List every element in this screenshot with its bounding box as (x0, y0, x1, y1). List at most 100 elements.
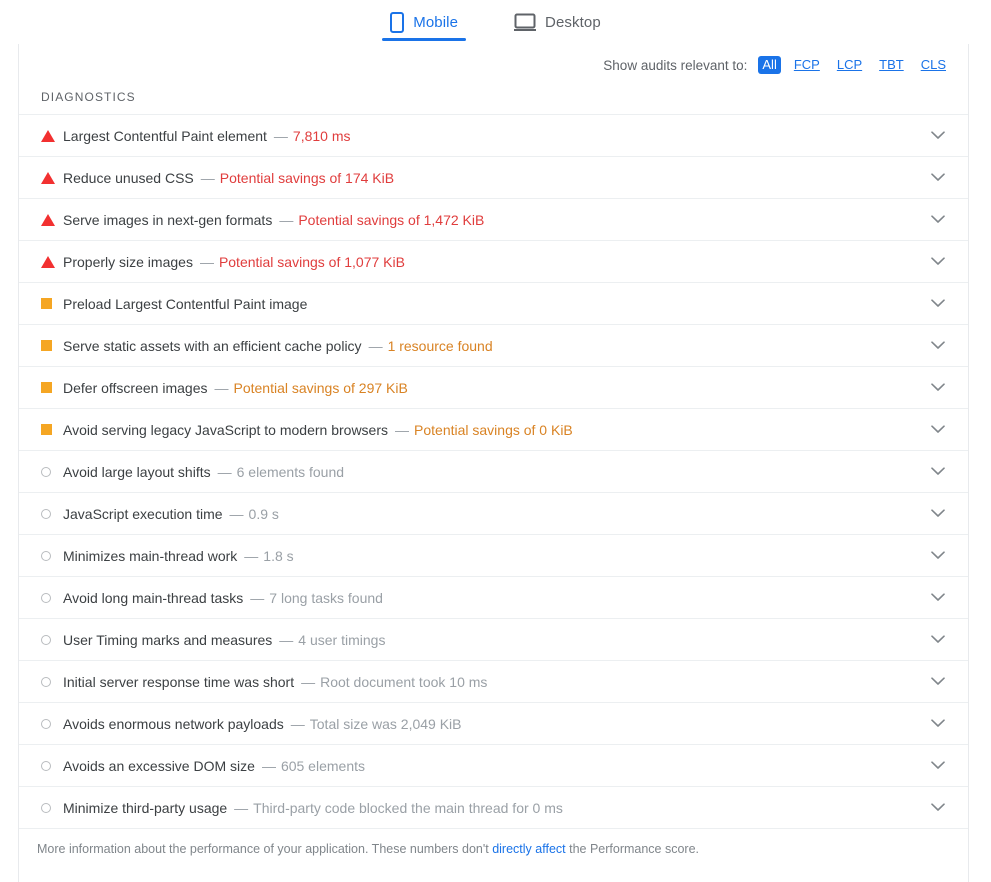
audit-title: Minimizes main-thread work (63, 547, 238, 564)
audit-title: Avoid serving legacy JavaScript to moder… (63, 421, 389, 438)
section-heading-diagnostics: DIAGNOSTICS (41, 90, 136, 104)
audit-separator: — (217, 463, 232, 480)
chevron-down-icon[interactable] (926, 677, 950, 686)
chevron-down-icon[interactable] (926, 383, 950, 392)
filter-chip-lcp[interactable]: LCP (833, 56, 866, 74)
audit-text: Serve static assets with an efficient ca… (63, 338, 926, 354)
audit-text: Defer offscreen images — Potential savings… (63, 380, 926, 396)
chevron-down-icon[interactable] (926, 551, 950, 560)
audit-title: Properly size images (63, 253, 193, 270)
chevron-down-icon[interactable] (926, 425, 950, 434)
audit-value: 4 user timings (298, 631, 386, 648)
audit-title: Preload Largest Contentful Paint image (63, 295, 308, 312)
audit-row[interactable]: JavaScript execution time —0.9 s (19, 493, 968, 535)
average-square-icon (41, 382, 52, 393)
chevron-down-icon[interactable] (926, 803, 950, 812)
audit-separator: — (395, 421, 410, 438)
footer-link-directly-affect[interactable]: directly affect (492, 842, 565, 856)
audit-row[interactable]: Preload Largest Contentful Paint image (19, 283, 968, 325)
audit-row[interactable]: Reduce unused CSS — Potential savings of 1… (19, 157, 968, 199)
audit-title: Initial server response time was short (63, 673, 295, 690)
device-tab-bar: Mobile Desktop (0, 0, 991, 44)
desktop-monitor-icon (514, 13, 537, 31)
footer-text-before: More information about the performance o… (37, 842, 493, 856)
audit-value: 0.9 s (248, 505, 279, 522)
filter-chip-cls[interactable]: CLS (917, 56, 950, 74)
chevron-down-icon[interactable] (926, 173, 950, 182)
pass-circle-icon (41, 718, 51, 729)
audit-text: Avoids an excessive DOM size —605 element… (63, 758, 926, 774)
pass-circle-icon (41, 508, 51, 519)
filter-chip-fcp[interactable]: FCP (790, 56, 824, 74)
audit-title: Avoid long main-thread tasks (63, 589, 244, 606)
pass-circle-icon (41, 634, 51, 645)
chevron-down-icon[interactable] (926, 635, 950, 644)
audit-value: 6 elements found (236, 463, 345, 480)
chevron-down-icon[interactable] (926, 341, 950, 350)
filter-chip-all[interactable]: All (758, 56, 781, 74)
audit-row[interactable]: Largest Contentful Paint element —7,810 m… (19, 115, 968, 157)
chevron-down-icon[interactable] (926, 719, 950, 728)
audit-value: Potential savings of 0 KiB (414, 421, 573, 438)
pass-circle-icon (41, 676, 51, 687)
chevron-down-icon[interactable] (926, 761, 950, 770)
audit-row[interactable]: Minimize third-party usage — Third-party c… (19, 787, 968, 829)
audit-status-icon (41, 424, 63, 435)
audit-text: Preload Largest Contentful Paint image (63, 296, 926, 312)
audit-status-icon (41, 255, 63, 268)
audit-text: Avoid serving legacy JavaScript to moder… (63, 422, 926, 438)
fail-triangle-icon (41, 255, 55, 268)
audit-text: Serve images in next-gen formats — Potenti… (63, 212, 926, 228)
tab-mobile[interactable]: Mobile (382, 0, 466, 41)
audit-separator: — (273, 127, 288, 144)
audit-status-icon (41, 508, 63, 519)
audit-row[interactable]: User Timing marks and measures —4 user ti… (19, 619, 968, 661)
audit-row[interactable]: Avoid large layout shifts —6 elements fou… (19, 451, 968, 493)
audit-row[interactable]: Serve static assets with an efficient ca… (19, 325, 968, 367)
audit-value: Root document took 10 ms (320, 673, 488, 690)
chevron-down-icon[interactable] (926, 467, 950, 476)
pass-circle-icon (41, 802, 51, 813)
fail-triangle-icon (41, 171, 55, 184)
audit-text: Properly size images — Potential savings o… (63, 254, 926, 270)
tab-desktop[interactable]: Desktop (506, 0, 609, 37)
chevron-down-icon[interactable] (926, 299, 950, 308)
chevron-down-icon[interactable] (926, 257, 950, 266)
chevron-down-icon[interactable] (926, 215, 950, 224)
audit-text: User Timing marks and measures —4 user ti… (63, 632, 926, 648)
fail-triangle-icon (41, 129, 55, 142)
audit-row[interactable]: Minimizes main-thread work —1.8 s (19, 535, 968, 577)
audit-row[interactable]: Serve images in next-gen formats — Potenti… (19, 199, 968, 241)
audit-row[interactable]: Avoid serving legacy JavaScript to moder… (19, 409, 968, 451)
audit-row[interactable]: Avoids enormous network payloads — Total s… (19, 703, 968, 745)
audit-row[interactable]: Properly size images — Potential savings o… (19, 241, 968, 283)
filter-chip-tbt[interactable]: TBT (875, 56, 908, 74)
audit-title: Largest Contentful Paint element (63, 127, 267, 144)
audit-status-icon (41, 718, 63, 729)
audit-status-icon (41, 802, 63, 813)
average-square-icon (41, 424, 52, 435)
audit-title: Serve static assets with an efficient ca… (63, 337, 362, 354)
audit-row[interactable]: Avoid long main-thread tasks —7 long task… (19, 577, 968, 619)
audit-separator: — (244, 547, 259, 564)
diagnostics-card: Show audits relevant to: All FCP LCP TBT… (18, 44, 969, 882)
audit-row[interactable]: Initial server response time was short — R… (19, 661, 968, 703)
chevron-down-icon[interactable] (926, 593, 950, 602)
audit-row[interactable]: Avoids an excessive DOM size —605 element… (19, 745, 968, 787)
audit-filter-row: Show audits relevant to: All FCP LCP TBT… (19, 44, 968, 80)
pass-circle-icon (41, 592, 51, 603)
audit-separator: — (368, 337, 383, 354)
pass-circle-icon (41, 466, 51, 477)
audit-status-icon (41, 592, 63, 603)
audit-title: Defer offscreen images (63, 379, 208, 396)
chevron-down-icon[interactable] (926, 509, 950, 518)
chevron-down-icon[interactable] (926, 131, 950, 140)
audit-status-icon (41, 676, 63, 687)
audit-row[interactable]: Defer offscreen images — Potential savings… (19, 367, 968, 409)
audit-status-icon (41, 760, 63, 771)
audit-value: Third-party code blocked the main thread… (253, 799, 563, 816)
audit-value: Potential savings of 1,472 KiB (298, 211, 485, 228)
fail-triangle-icon (41, 213, 55, 226)
audit-status-icon (41, 634, 63, 645)
audit-separator: — (301, 673, 316, 690)
